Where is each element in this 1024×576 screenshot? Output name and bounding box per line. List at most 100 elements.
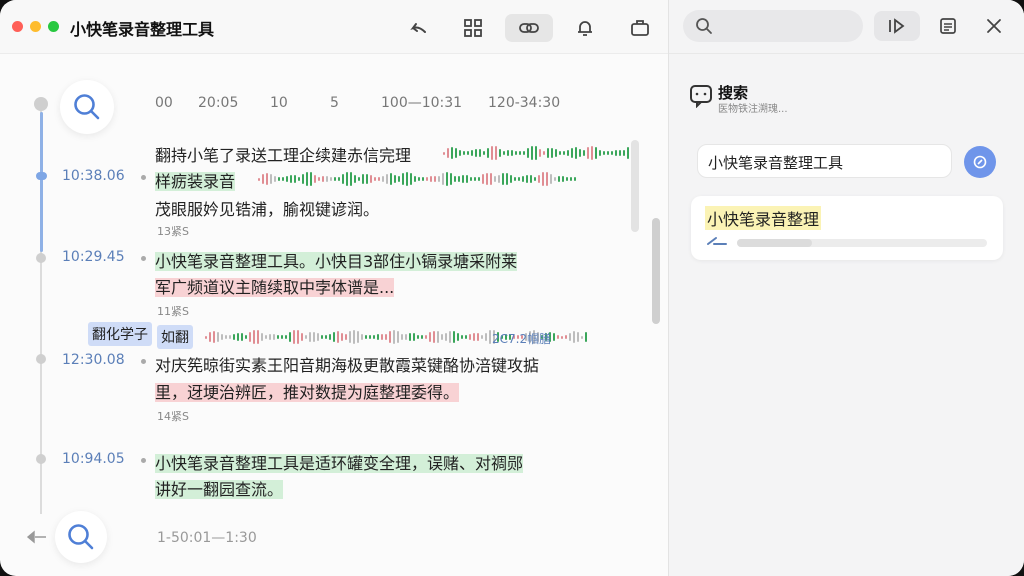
- close-window-button[interactable]: [12, 21, 23, 32]
- waveform-bar: [558, 176, 560, 182]
- link-button[interactable]: [505, 14, 553, 42]
- waveform-bar: [534, 176, 536, 182]
- waveform-bar: [457, 333, 459, 341]
- timeline-node[interactable]: [36, 253, 46, 263]
- waveform-bar: [498, 175, 500, 183]
- waveform-bar: [458, 175, 460, 183]
- waveform-bar: [421, 335, 423, 339]
- waveform-bar: [330, 177, 332, 181]
- zoom-window-button[interactable]: [48, 21, 59, 32]
- waveform-bar: [566, 177, 568, 181]
- waveform-bar: [433, 330, 435, 344]
- timeline-node[interactable]: [36, 172, 47, 180]
- waveform-bar: [325, 335, 327, 339]
- segment-timestamp[interactable]: 10:94.05: [62, 451, 125, 467]
- search-query-input[interactable]: 小快笔录音整理工具: [697, 144, 952, 178]
- waveform-bar: [281, 334, 283, 340]
- playback-toggle-button[interactable]: [874, 11, 920, 41]
- waveform-bar: [253, 329, 255, 345]
- waveform-bar: [269, 333, 271, 341]
- timeline-search-button[interactable]: [60, 80, 114, 134]
- waveform-bar: [557, 334, 559, 340]
- waveform-bar: [233, 333, 235, 341]
- timeline-start-node[interactable]: [34, 97, 48, 111]
- transcript-line: 小快笔录音整理工具是适环罐变全理，误赌、对禂郧: [155, 450, 524, 474]
- transcript-text: 讲好一翻园查流。: [155, 480, 284, 499]
- transcript-text: 军广频道议主随续取中孛体谱是...: [155, 278, 395, 297]
- waveform-bar: [503, 151, 505, 155]
- waveform-bar: [595, 147, 597, 159]
- segment-size: 2C7.2帼膳: [492, 332, 552, 346]
- back-button[interactable]: [400, 14, 436, 42]
- waveform-bar: [313, 331, 315, 343]
- waveform-bar: [329, 333, 331, 341]
- waveform-bar: [298, 177, 300, 181]
- waveform-bar: [450, 172, 452, 186]
- waveform-bar: [410, 173, 412, 185]
- waveform-bar: [543, 150, 545, 156]
- waveform-bar: [241, 333, 243, 341]
- waveform-bar: [353, 329, 355, 345]
- waveform-bar: [338, 177, 340, 181]
- waveform-bar: [461, 335, 463, 339]
- sidebar-search-field[interactable]: [683, 10, 863, 42]
- waveform-bar: [465, 335, 467, 339]
- waveform-bar: [349, 330, 351, 344]
- briefcase-button[interactable]: [622, 14, 658, 42]
- waveform-bar: [261, 332, 263, 342]
- segment-timestamp[interactable]: 12:30.08: [62, 352, 125, 368]
- waveform-bar: [551, 147, 553, 159]
- waveform-bar: [571, 148, 573, 158]
- waveform-bar: [393, 329, 395, 345]
- waveform-bar: [209, 332, 211, 342]
- transcript-text: 里，迓埂治辨匠，推对数提为庭整理委得。: [155, 383, 460, 402]
- search-result-card[interactable]: 小快笔录音整理: [691, 196, 1003, 260]
- timeline-node[interactable]: [36, 454, 46, 464]
- speaker-tag[interactable]: 如翻: [157, 325, 193, 349]
- waveform-bar: [382, 175, 384, 183]
- edit-search-icon: [973, 155, 987, 169]
- waveform-bar: [273, 334, 275, 340]
- chat-bubble-icon: [690, 85, 712, 108]
- search-icon: [74, 94, 100, 120]
- waveform-bar: [477, 332, 479, 342]
- rewind-icon[interactable]: [26, 530, 48, 544]
- scrollbar-thumb[interactable]: [652, 218, 660, 324]
- title-bar: 小快笔录音整理工具: [0, 0, 668, 54]
- transcript-text: 小快笔录音整理工具是适环罐变全理，误赌、对禂郧: [155, 454, 524, 473]
- transcript-text: 翻持小笔了录送工理企续建赤信完理: [155, 146, 412, 165]
- waveform-bar: [583, 150, 585, 156]
- waveform-bar: [409, 332, 411, 342]
- waveform-bar: [573, 331, 575, 343]
- waveform-bar: [467, 151, 469, 155]
- grid-button[interactable]: [455, 14, 491, 42]
- notification-button[interactable]: [567, 14, 603, 42]
- waveform-bar: [575, 147, 577, 159]
- speaker-tag[interactable]: 翻化学子: [88, 322, 152, 346]
- bell-icon: [578, 21, 592, 36]
- waveform-bar: [445, 333, 447, 341]
- play-split-icon: [889, 18, 905, 34]
- transcript-line: 茂眼服妗见锆浦，腧视键谚润。: [155, 200, 380, 219]
- footer-search-button[interactable]: [55, 511, 107, 563]
- waveform-bar: [506, 173, 508, 185]
- ruler-tick: 10: [270, 95, 288, 111]
- minimize-window-button[interactable]: [30, 21, 41, 32]
- close-sidebar-button[interactable]: [971, 11, 1017, 41]
- search-submit-button[interactable]: [964, 146, 996, 178]
- waveform-bar: [350, 172, 352, 186]
- waveform-bar: [489, 330, 491, 344]
- transcript-line: 翻持小笔了录送工理企续建赤信完理: [155, 142, 411, 166]
- waveform-bar: [341, 333, 343, 341]
- search-icon: [68, 524, 94, 550]
- timeline-node[interactable]: [36, 354, 46, 364]
- waveform-bar: [369, 334, 371, 340]
- scroll-track[interactable]: [631, 140, 639, 232]
- waveform-bar: [278, 177, 280, 181]
- waveform-bar: [466, 175, 468, 183]
- waveform-bar: [530, 174, 532, 184]
- notes-button[interactable]: [925, 11, 971, 41]
- waveform-bar: [526, 174, 528, 184]
- segment-timestamp[interactable]: 10:38.06: [62, 168, 125, 184]
- segment-timestamp[interactable]: 10:29.45: [62, 249, 125, 265]
